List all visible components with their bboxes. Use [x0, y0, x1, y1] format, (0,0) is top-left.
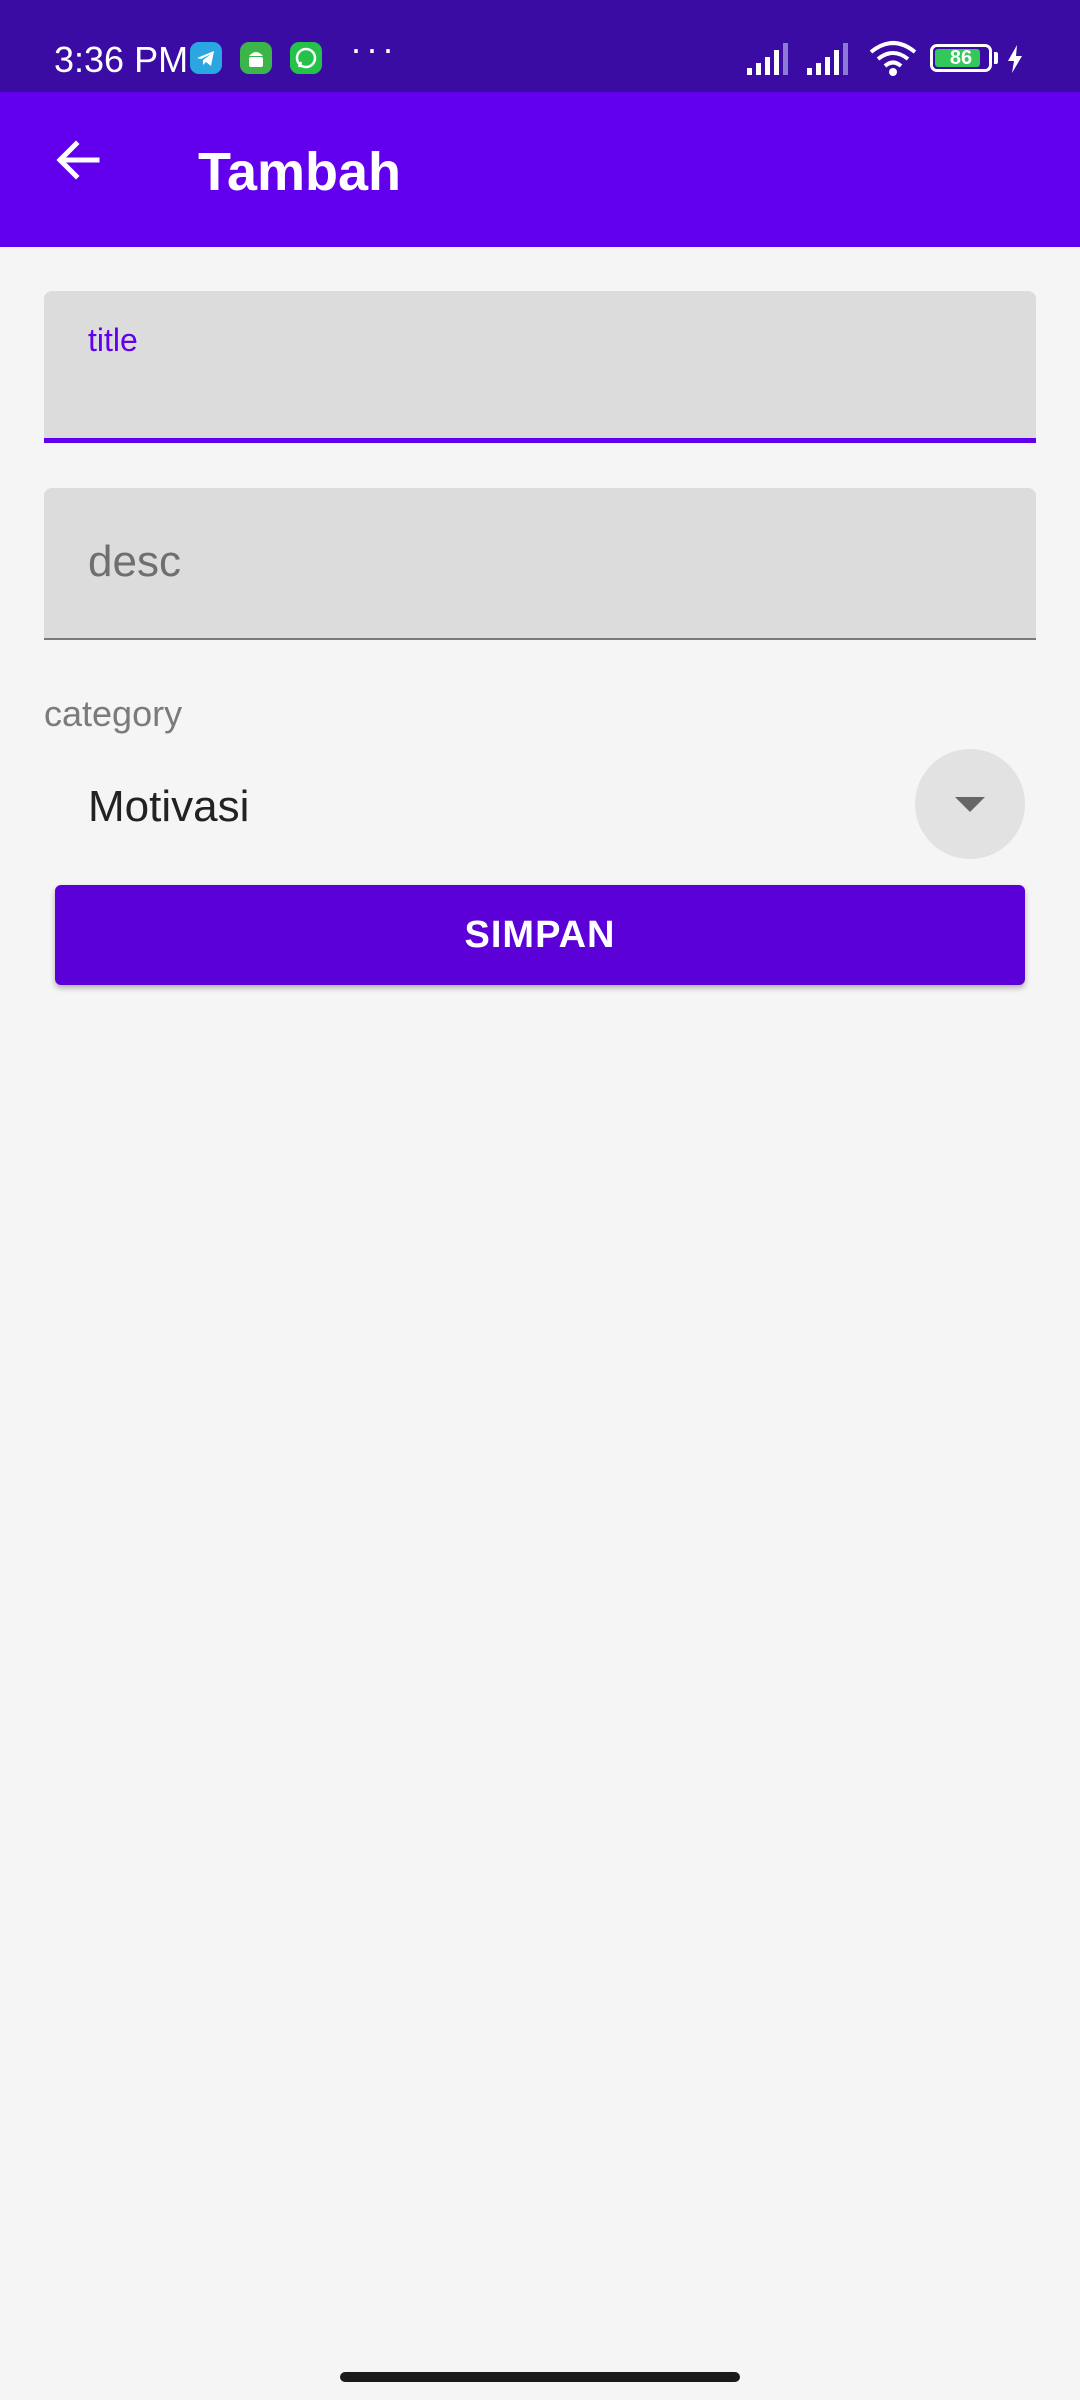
- more-notifications-icon: ···: [350, 28, 398, 69]
- battery-icon: 86: [930, 44, 992, 72]
- chevron-down-icon: [955, 796, 985, 812]
- gesture-navigation-bar[interactable]: [340, 2372, 740, 2382]
- cell-signal-icon: [805, 40, 855, 76]
- battery-level: 86: [949, 47, 973, 69]
- android-icon: [240, 42, 272, 74]
- status-time: 3:36 PM: [54, 39, 189, 80]
- wifi-icon: [868, 38, 918, 78]
- battery-cap: [994, 52, 998, 64]
- category-label: category: [44, 693, 183, 734]
- back-button[interactable]: [38, 122, 118, 202]
- title-input[interactable]: title: [44, 291, 1036, 443]
- arrow-left-icon: [53, 135, 103, 190]
- dropdown-button[interactable]: [915, 749, 1025, 859]
- charging-icon: [1005, 44, 1025, 74]
- app-bar: Tambah: [0, 92, 1080, 247]
- status-bar: 3:36 PM ··· 86: [0, 0, 1080, 92]
- save-button[interactable]: SIMPAN: [55, 885, 1025, 985]
- category-selected-value: Motivasi: [88, 782, 250, 831]
- page-title: Tambah: [198, 142, 402, 202]
- cell-signal-icon: [745, 40, 795, 76]
- title-field-label: title: [88, 322, 138, 358]
- desc-input[interactable]: desc: [44, 488, 1036, 640]
- category-dropdown[interactable]: Motivasi: [44, 745, 1036, 865]
- telegram-icon: [190, 42, 222, 74]
- desc-field-placeholder: desc: [88, 537, 181, 586]
- whatsapp-icon: [290, 42, 322, 74]
